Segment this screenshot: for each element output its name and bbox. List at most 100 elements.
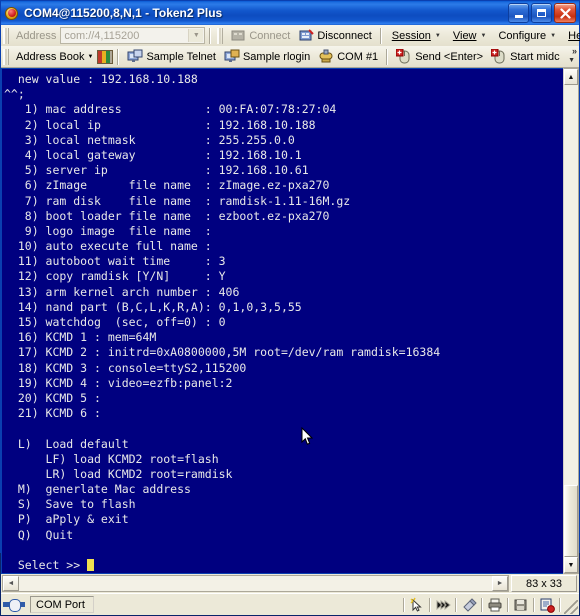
terminal-line: LF) load KCMD2 root=flash — [4, 451, 219, 466]
chevron-down-icon[interactable]: ▼ — [188, 29, 204, 42]
print-icon[interactable] — [486, 596, 504, 614]
minimize-button[interactable] — [508, 3, 529, 23]
terminal-line: new value : 192.168.10.188 — [4, 72, 198, 86]
connect-label: Connect — [249, 29, 291, 42]
shortcut-label: Sample rlogin — [242, 50, 311, 63]
scroll-right-button[interactable]: ► — [492, 576, 508, 592]
toolbar-grip[interactable] — [3, 27, 9, 44]
vertical-scroll-track[interactable] — [564, 85, 578, 558]
maximize-button[interactable] — [531, 3, 552, 23]
toolbar-area: Address com://4,115200 ▼ Connect Disconn… — [1, 25, 580, 68]
close-button[interactable] — [554, 3, 576, 23]
terminal-screen[interactable]: new value : 192.168.10.188 ^^; 1) mac add… — [1, 68, 563, 575]
address-book-label: Address Book — [16, 50, 85, 63]
shortcut-com1[interactable]: COM #1 — [314, 47, 382, 66]
shortcut-label: COM #1 — [337, 50, 379, 63]
scroll-left-button[interactable]: ◄ — [3, 576, 19, 592]
terminal-size-indicator: 83 x 33 — [511, 575, 577, 593]
chevron-down-icon: ▼ — [434, 32, 441, 39]
horizontal-scroll-track[interactable] — [19, 576, 492, 591]
shortcut-sample-rlogin[interactable]: Sample rlogin — [220, 47, 314, 66]
chevron-down-icon: ▼ — [480, 32, 487, 39]
terminal-line: L) Load default — [4, 436, 129, 451]
monitor-icon — [224, 49, 240, 64]
address-value: com://4,115200 — [64, 29, 140, 42]
fast-forward-icon[interactable] — [434, 596, 452, 614]
close-icon — [559, 7, 571, 19]
terminal-line: 18) KCMD 3 : console=ttyS2,115200 — [4, 360, 247, 375]
menu-configure[interactable]: Configure ▼ — [492, 28, 562, 44]
menu-view-label: View — [452, 29, 477, 42]
address-book-icon[interactable] — [97, 49, 114, 64]
save-icon[interactable] — [512, 596, 530, 614]
capture-icon[interactable] — [460, 596, 478, 614]
monitor-icon — [127, 49, 143, 64]
terminal-line: LR) load KCMD2 root=ramdisk — [4, 466, 233, 481]
serial-port-icon — [318, 49, 334, 64]
horizontal-scrollbar[interactable]: ◄ ► — [2, 575, 509, 593]
terminal-cursor — [87, 559, 95, 571]
scroll-down-button[interactable]: ▼ — [564, 557, 578, 574]
terminal-area: new value : 192.168.10.188 ^^; 1) mac add… — [1, 68, 579, 575]
terminal-line: 5) server ip : 192.168.10.61 — [4, 163, 309, 178]
menu-view[interactable]: View ▼ — [447, 28, 493, 44]
toolbar-grip-3[interactable] — [3, 48, 9, 65]
toolbar-separator — [209, 27, 212, 44]
disconnect-button[interactable]: Disconnect — [294, 26, 375, 45]
terminal-line: 10) auto execute full name : — [4, 239, 212, 254]
resize-grip[interactable] — [564, 600, 578, 615]
address-label: Address — [16, 29, 57, 42]
toolbar-separator-4 — [386, 48, 389, 65]
chevron-down-icon: ▼ — [87, 53, 94, 60]
terminal-line: Select >> — [4, 558, 563, 573]
terminal-line: Q) Quit — [4, 527, 74, 542]
terminal-text: new value : 192.168.10.188 ^^; 1) mac add… — [2, 69, 563, 573]
scroll-up-button[interactable]: ▲ — [564, 69, 578, 85]
address-book-button[interactable]: Address Book ▼ — [12, 47, 97, 66]
shortcut-label: Start midc — [510, 50, 560, 63]
terminal-line: 1) mac address : 00:FA:07:78:27:04 — [4, 102, 337, 117]
toolbar-separator-3 — [117, 48, 120, 65]
chevron-down-icon[interactable]: ▼ — [568, 57, 575, 64]
terminal-line: 13) arm kernel arch number : 406 — [4, 284, 240, 299]
terminal-line: 19) KCMD 4 : video=ezfb:panel:2 — [4, 375, 233, 390]
status-connection: COM Port — [30, 596, 94, 614]
horizontal-scrollbar-row: ◄ ► 83 x 33 — [1, 574, 579, 594]
chevron-down-icon: ▼ — [550, 32, 557, 39]
terminal-line: 21) KCMD 6 : — [4, 406, 101, 421]
mouse-macro-icon — [395, 48, 412, 64]
status-left-group: COM Port — [3, 596, 94, 614]
menu-configure-label: Configure — [498, 29, 547, 42]
window-controls — [508, 3, 576, 23]
shortcut-label: Send <Enter> — [415, 50, 484, 63]
status-right-group — [401, 594, 563, 616]
shortcut-send-enter[interactable]: Send <Enter> — [392, 47, 487, 66]
toolbar-row-address: Address com://4,115200 ▼ Connect Disconn… — [1, 25, 580, 46]
address-input[interactable]: com://4,115200 ▼ — [60, 27, 206, 44]
vertical-scrollbar[interactable]: ▲ ▼ — [563, 68, 579, 575]
menu-help[interactable]: Help ▼ — [562, 28, 580, 44]
auto-select-icon[interactable] — [408, 596, 426, 614]
menu-help-label: Help — [568, 29, 580, 42]
shortcut-start-midc[interactable]: Start midc — [487, 47, 564, 66]
shortcut-sample-telnet[interactable]: Sample Telnet — [123, 47, 220, 66]
toolbar-row-shortcuts: Address Book ▼ Sample Telnet Sample rlog… — [1, 46, 579, 67]
toolbar-grip-2[interactable] — [217, 27, 224, 44]
terminal-line: M) generlate Mac address — [4, 482, 191, 497]
connect-button[interactable]: Connect — [226, 26, 294, 45]
app-icon — [4, 5, 20, 21]
menu-session-label: Session — [391, 29, 431, 42]
status-bar: COM Port — [1, 593, 579, 616]
toolbar-overflow-button[interactable]: » — [572, 47, 577, 56]
application-window: COM4@115200,8,N,1 - Token2 Plus Address … — [0, 0, 580, 616]
mouse-macro-icon — [490, 48, 507, 64]
terminal-line: 12) copy ramdisk [Y/N] : Y — [4, 269, 226, 284]
log-icon[interactable] — [538, 596, 556, 614]
menu-session[interactable]: Session ▼ — [386, 28, 447, 44]
terminal-line: 20) KCMD 5 : — [4, 390, 101, 405]
shortcut-label: Sample Telnet — [146, 50, 216, 63]
disconnect-icon — [298, 28, 315, 43]
vertical-scroll-thumb[interactable] — [564, 485, 578, 558]
terminal-line: 11) autoboot wait time : 3 — [4, 254, 226, 269]
